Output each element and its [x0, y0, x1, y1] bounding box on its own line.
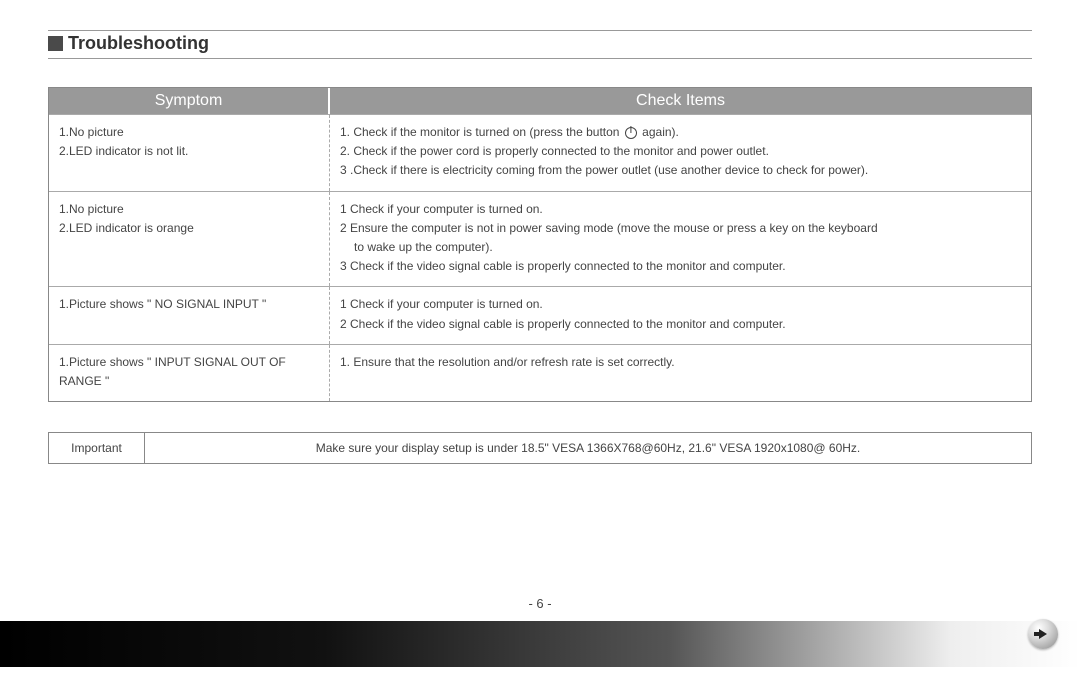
check-line: 2 Check if the video signal cable is pro… [340, 315, 1021, 334]
footer-bar [0, 621, 1080, 667]
check-cell: 1 Check if your computer is turned on. 2… [330, 192, 1031, 287]
symptom-cell: 1.Picture shows " NO SIGNAL INPUT " [49, 287, 330, 343]
symptom-line: 2.LED indicator is orange [59, 219, 319, 238]
check-line: 1. Ensure that the resolution and/or ref… [340, 353, 1021, 372]
table-row: 1.No picture 2.LED indicator is not lit.… [49, 114, 1031, 191]
title-square-icon [48, 36, 63, 51]
check-line: 1. Check if the monitor is turned on (pr… [340, 123, 1021, 142]
check-line: to wake up the computer). [340, 238, 1021, 257]
table-row: 1.Picture shows " INPUT SIGNAL OUT OF RA… [49, 344, 1031, 401]
next-page-button[interactable] [1028, 619, 1058, 649]
header-check: Check Items [330, 88, 1031, 114]
section-title: Troubleshooting [68, 33, 209, 54]
check-text: 1. Check if the monitor is turned on (pr… [340, 125, 623, 139]
check-line: 2 Ensure the computer is not in power sa… [340, 219, 1021, 238]
symptom-cell: 1.No picture 2.LED indicator is not lit. [49, 115, 330, 191]
check-cell: 1. Ensure that the resolution and/or ref… [330, 345, 1031, 401]
table-header-row: Symptom Check Items [49, 88, 1031, 114]
troubleshooting-table: Symptom Check Items 1.No picture 2.LED i… [48, 87, 1032, 402]
page-number: - 6 - [0, 596, 1080, 611]
arrow-right-icon [1039, 629, 1047, 639]
check-line: 1 Check if your computer is turned on. [340, 200, 1021, 219]
table-row: 1.No picture 2.LED indicator is orange 1… [49, 191, 1031, 287]
symptom-line: 2.LED indicator is not lit. [59, 142, 319, 161]
symptom-cell: 1.No picture 2.LED indicator is orange [49, 192, 330, 287]
section-title-row: Troubleshooting [48, 30, 1032, 59]
check-text: again). [642, 125, 679, 139]
important-text: Make sure your display setup is under 18… [145, 433, 1031, 463]
check-cell: 1 Check if your computer is turned on. 2… [330, 287, 1031, 343]
table-row: 1.Picture shows " NO SIGNAL INPUT " 1 Ch… [49, 286, 1031, 343]
power-icon [625, 127, 637, 139]
symptom-line: 1.No picture [59, 200, 319, 219]
check-line: 2. Check if the power cord is properly c… [340, 142, 1021, 161]
check-line: 1 Check if your computer is turned on. [340, 295, 1021, 314]
symptom-line: 1.Picture shows " INPUT SIGNAL OUT OF RA… [59, 353, 319, 391]
check-cell: 1. Check if the monitor is turned on (pr… [330, 115, 1031, 191]
check-line: 3 Check if the video signal cable is pro… [340, 257, 1021, 276]
symptom-line: 1.No picture [59, 123, 319, 142]
header-symptom: Symptom [49, 88, 330, 114]
symptom-line: 1.Picture shows " NO SIGNAL INPUT " [59, 295, 319, 314]
symptom-cell: 1.Picture shows " INPUT SIGNAL OUT OF RA… [49, 345, 330, 401]
check-line: 3 .Check if there is electricity coming … [340, 161, 1021, 180]
important-label: Important [49, 433, 145, 463]
important-note: Important Make sure your display setup i… [48, 432, 1032, 464]
